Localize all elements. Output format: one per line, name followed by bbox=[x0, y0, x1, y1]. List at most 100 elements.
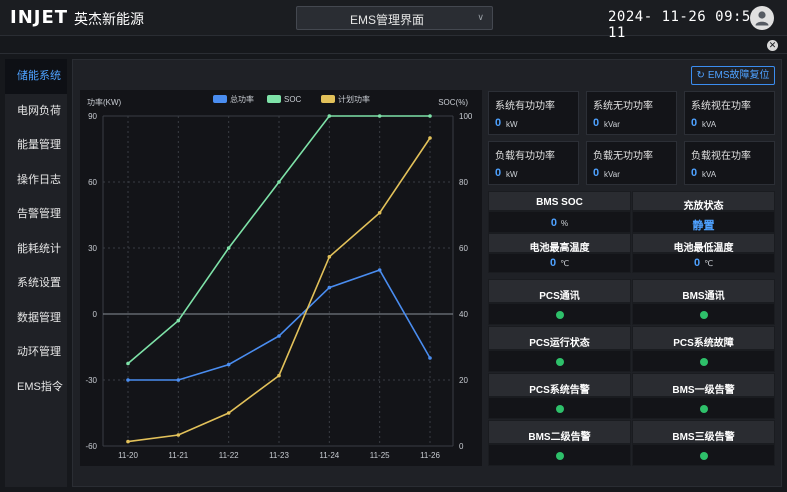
card-value: 0 bbox=[691, 167, 698, 179]
series-point bbox=[126, 439, 130, 444]
status-value-cell bbox=[632, 350, 775, 372]
x-tick-label: 11-24 bbox=[319, 451, 339, 460]
charge-state-label: 充放状态 bbox=[683, 201, 724, 212]
series-point bbox=[428, 356, 432, 360]
status-label-cell: PCS系统告警 bbox=[488, 373, 631, 397]
ems-fault-reset-button[interactable]: ↻ EMS故障复位 bbox=[691, 66, 775, 85]
status-indicator bbox=[700, 358, 708, 366]
status-indicator bbox=[556, 311, 564, 319]
series-point bbox=[277, 334, 281, 338]
y-tick-label-right: 40 bbox=[459, 310, 468, 319]
card-unit: kW bbox=[506, 120, 518, 129]
series-point bbox=[377, 114, 382, 118]
sidebar-item-environment-management[interactable]: 动环管理 bbox=[5, 335, 67, 370]
sidebar-item-system-settings[interactable]: 系统设置 bbox=[5, 266, 67, 301]
min-temp-header: 电池最低温度 bbox=[632, 233, 775, 254]
bms-soc-value-cell: 0% bbox=[488, 211, 631, 233]
close-icon[interactable]: ✕ bbox=[767, 40, 778, 51]
y-tick-label-right: 0 bbox=[459, 442, 464, 451]
card-unit: kVar bbox=[604, 170, 620, 179]
card-system-active-power: 系统有功功率 0 kW bbox=[488, 91, 579, 135]
status-indicator bbox=[556, 358, 564, 366]
legend-swatch bbox=[267, 95, 281, 103]
card-value: 0 bbox=[593, 117, 600, 129]
page-selector[interactable]: EMS管理界面 ∨ bbox=[296, 6, 493, 30]
series-point bbox=[277, 180, 281, 184]
legend-swatch bbox=[321, 95, 335, 103]
x-tick-label: 11-20 bbox=[118, 451, 138, 460]
card-unit: kW bbox=[506, 170, 518, 179]
sidebar-item-operation-log[interactable]: 操作日志 bbox=[5, 163, 67, 198]
status-indicator bbox=[556, 452, 564, 460]
series-point bbox=[428, 136, 432, 140]
status-label: BMS通讯 bbox=[682, 291, 725, 302]
company-name: 英杰新能源 bbox=[74, 11, 144, 27]
card-title: 负载视在功率 bbox=[691, 151, 751, 162]
bms-soc-unit: % bbox=[561, 219, 569, 228]
card-title: 系统有功功率 bbox=[495, 101, 555, 112]
bms-soc-label: BMS SOC bbox=[536, 197, 583, 208]
series-point bbox=[428, 114, 432, 118]
y-tick-label-right: 100 bbox=[459, 112, 473, 121]
user-icon bbox=[755, 11, 769, 26]
series-point bbox=[176, 318, 181, 323]
sidebar-item-grid-load[interactable]: 电网负荷 bbox=[5, 94, 67, 129]
power-soc-chart: 90 60 30 0 -30 -60 100 80 60 40 20 0 11-20 11-21 11-22… bbox=[80, 90, 482, 466]
avatar[interactable] bbox=[750, 6, 774, 30]
sidebar-item-energy-management[interactable]: 能量管理 bbox=[5, 128, 67, 163]
max-temp-label: 电池最高温度 bbox=[529, 243, 590, 254]
chevron-down-icon: ∨ bbox=[477, 12, 484, 22]
sidebar-item-data-management[interactable]: 数据管理 bbox=[5, 301, 67, 336]
y-tick-label-left: 90 bbox=[88, 112, 97, 121]
y-tick-label-left: 30 bbox=[88, 244, 97, 253]
card-unit: kVA bbox=[702, 170, 717, 179]
series-point bbox=[327, 114, 332, 118]
status-value-cell bbox=[488, 397, 631, 419]
min-temp-value: 0 bbox=[693, 257, 701, 269]
y-tick-label-left: 0 bbox=[93, 310, 98, 319]
status-label-cell: PCS通讯 bbox=[488, 279, 631, 303]
series-point bbox=[327, 255, 332, 259]
status-indicator bbox=[556, 405, 564, 413]
card-load-reactive-power: 负载无功功率 0 kVar bbox=[586, 141, 677, 185]
page-selector-label: EMS管理界面 bbox=[349, 13, 424, 27]
series-point bbox=[277, 373, 281, 378]
card-title: 系统无功功率 bbox=[593, 101, 653, 112]
max-temp-header: 电池最高温度 bbox=[488, 233, 631, 254]
max-temp-unit: ℃ bbox=[560, 259, 570, 268]
card-system-reactive-power: 系统无功功率 0 kVar bbox=[586, 91, 677, 135]
status-value-cell bbox=[632, 444, 775, 466]
sidebar-item-alarm-management[interactable]: 告警管理 bbox=[5, 197, 67, 232]
y-axis-label-left: 功率(KW) bbox=[87, 97, 122, 107]
series-point bbox=[226, 362, 231, 367]
sidebar-item-energy-statistics[interactable]: 能耗统计 bbox=[5, 232, 67, 267]
status-value-cell bbox=[488, 350, 631, 372]
y-tick-label-right: 60 bbox=[459, 244, 468, 253]
status-value-cell bbox=[488, 444, 631, 466]
card-value: 0 bbox=[691, 117, 698, 129]
sidebar-item-energy-storage[interactable]: 储能系统 bbox=[5, 59, 67, 94]
min-temp-value-cell: 0 ℃ bbox=[632, 253, 775, 273]
series-point bbox=[126, 361, 130, 366]
status-label-cell: BMS三级告警 bbox=[632, 420, 775, 444]
status-label: BMS三级告警 bbox=[672, 432, 735, 443]
legend-label: 总功率 bbox=[230, 94, 254, 104]
status-label-cell: PCS运行状态 bbox=[488, 326, 631, 350]
y-tick-label-left: -60 bbox=[85, 442, 97, 451]
legend-label: 计划功率 bbox=[338, 94, 370, 104]
card-load-active-power: 负载有功功率 0 kW bbox=[488, 141, 579, 185]
y-tick-label-right: 20 bbox=[459, 376, 468, 385]
status-label: BMS二级告警 bbox=[528, 432, 591, 443]
card-title: 负载无功功率 bbox=[593, 151, 653, 162]
card-unit: kVA bbox=[702, 120, 717, 129]
y-axis-label-right: SOC(%) bbox=[438, 98, 468, 107]
status-value-cell bbox=[632, 303, 775, 325]
legend-label: SOC bbox=[284, 95, 302, 104]
card-value: 0 bbox=[593, 167, 600, 179]
x-tick-label: 11-25 bbox=[370, 451, 390, 460]
status-indicator bbox=[700, 311, 708, 319]
status-label: PCS运行状态 bbox=[529, 338, 590, 349]
sidebar-item-ems-commands[interactable]: EMS指令 bbox=[5, 370, 67, 405]
status-label-cell: BMS通讯 bbox=[632, 279, 775, 303]
legend-swatch bbox=[213, 95, 227, 103]
